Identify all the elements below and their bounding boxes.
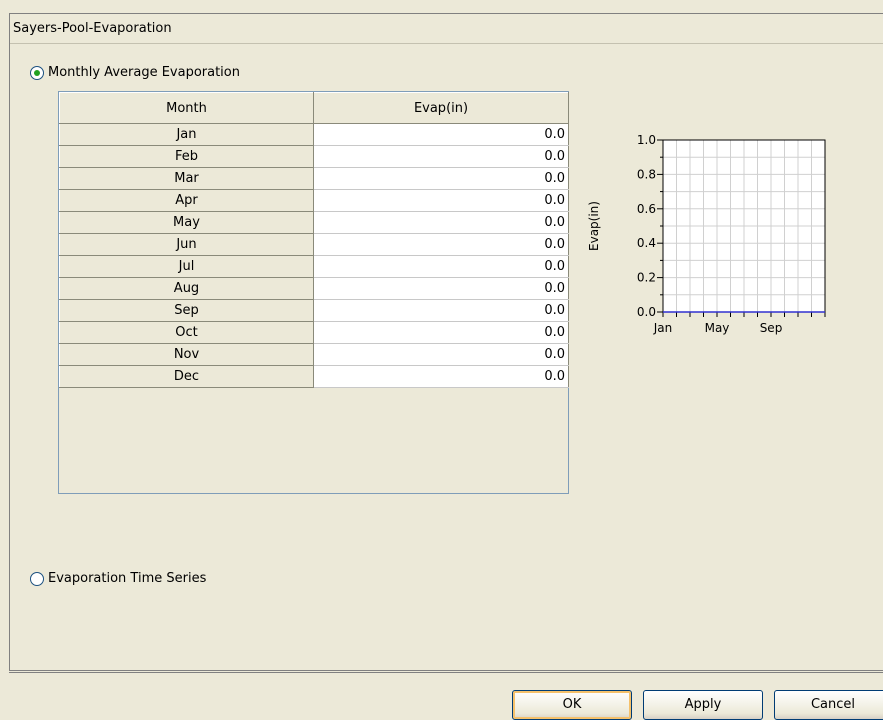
evaporation-chart: 0.0 0.2 0.4 0.6 0.8 1.0 Jan May Sep Evap(in) (580, 128, 840, 358)
panel-title: Sayers-Pool-Evaporation (10, 14, 883, 44)
month-cell: Nov (59, 343, 314, 366)
apply-button[interactable]: Apply (643, 690, 763, 720)
month-cell: Mar (59, 167, 314, 190)
evap-cell[interactable]: 0.0 (313, 299, 569, 322)
x-tick-label: May (705, 321, 730, 335)
month-cell: Dec (59, 365, 314, 388)
evap-cell[interactable]: 0.0 (313, 233, 569, 256)
evap-cell[interactable]: 0.0 (313, 343, 569, 366)
evap-cell[interactable]: 0.0 (313, 277, 569, 300)
month-cell: May (59, 211, 314, 234)
table-row: Jun 0.0 (59, 233, 569, 256)
table-row: Mar 0.0 (59, 167, 569, 190)
month-cell: Feb (59, 145, 314, 168)
table-row: Sep 0.0 (59, 299, 569, 322)
evap-cell[interactable]: 0.0 (313, 189, 569, 212)
table-row: Jul 0.0 (59, 255, 569, 278)
month-cell: Oct (59, 321, 314, 344)
y-tick-label: 0.4 (637, 236, 656, 250)
time-series-label: Evaporation Time Series (48, 571, 207, 586)
y-tick-label: 0.8 (637, 167, 656, 181)
table-row: Apr 0.0 (59, 189, 569, 212)
time-series-radio[interactable] (30, 571, 44, 586)
monthly-average-radio[interactable] (30, 65, 44, 80)
month-column-header[interactable]: Month (59, 92, 314, 124)
table-row: Nov 0.0 (59, 343, 569, 366)
y-axis-label: Evap(in) (587, 201, 601, 251)
y-tick-label: 0.0 (637, 305, 656, 319)
evap-column-header[interactable]: Evap(in) (313, 92, 569, 124)
button-bar: OK Apply Cancel (9, 672, 883, 720)
x-tick-label: Sep (760, 321, 783, 335)
evap-cell[interactable]: 0.0 (313, 211, 569, 234)
evaporation-table: Month Evap(in) Jan 0.0 Feb 0.0 Mar 0.0 Apr 0… (58, 91, 569, 494)
time-series-option[interactable]: Evaporation Time Series (30, 571, 206, 586)
month-cell: Sep (59, 299, 314, 322)
month-cell: Jun (59, 233, 314, 256)
month-cell: Aug (59, 277, 314, 300)
cancel-button[interactable]: Cancel (774, 690, 883, 720)
evap-cell[interactable]: 0.0 (313, 321, 569, 344)
evap-cell[interactable]: 0.0 (313, 167, 569, 190)
month-cell: Apr (59, 189, 314, 212)
table-row: Aug 0.0 (59, 277, 569, 300)
evap-cell[interactable]: 0.0 (313, 123, 569, 146)
evap-cell[interactable]: 0.0 (313, 255, 569, 278)
ok-button[interactable]: OK (512, 690, 632, 720)
month-cell: Jul (59, 255, 314, 278)
y-tick-label: 1.0 (637, 133, 656, 147)
table-row: Feb 0.0 (59, 145, 569, 168)
y-tick-label: 0.2 (637, 271, 656, 285)
table-row: Dec 0.0 (59, 365, 569, 388)
y-tick-label: 0.6 (637, 202, 656, 216)
radio-selected-dot (34, 69, 40, 76)
month-cell: Jan (59, 123, 314, 146)
table-row: May 0.0 (59, 211, 569, 234)
monthly-average-option[interactable]: Monthly Average Evaporation (30, 65, 240, 80)
evap-cell[interactable]: 0.0 (313, 365, 569, 388)
x-tick-label: Jan (653, 321, 673, 335)
table-row: Oct 0.0 (59, 321, 569, 344)
chart-svg: 0.0 0.2 0.4 0.6 0.8 1.0 Jan May Sep Evap(in) (587, 133, 826, 335)
monthly-average-label: Monthly Average Evaporation (48, 65, 240, 80)
evap-cell[interactable]: 0.0 (313, 145, 569, 168)
table-row: Jan 0.0 (59, 123, 569, 146)
